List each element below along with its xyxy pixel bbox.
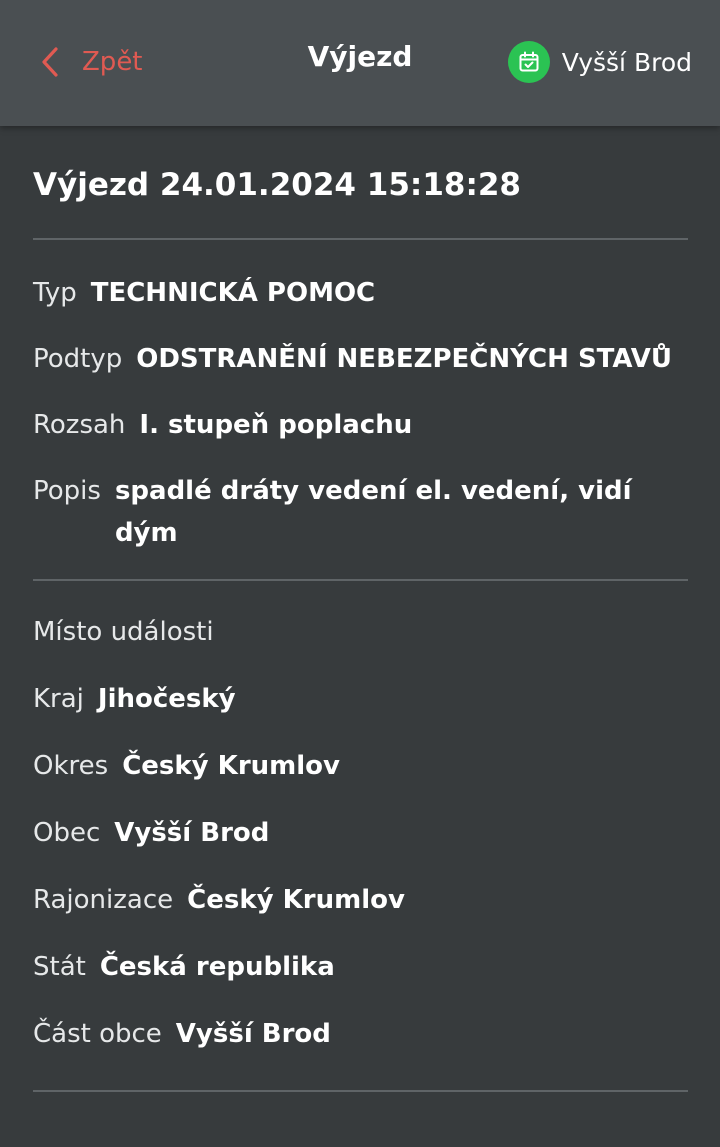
location-label: Stát	[33, 952, 86, 982]
detail-label: Rozsah	[33, 410, 126, 440]
incident-heading: Výjezd 24.01.2024 15:18:28	[33, 167, 521, 203]
divider	[33, 1090, 688, 1092]
detail-row-rozsah: Rozsah I. stupeň poplachu	[33, 404, 688, 446]
location-value: Český Krumlov	[187, 885, 405, 915]
location-row-kraj: Kraj Jihočeský	[33, 678, 688, 720]
detail-value: I. stupeň poplachu	[139, 410, 413, 440]
incident-detail: Výjezd 24.01.2024 15:18:28 Typ TECHNICKÁ…	[33, 126, 688, 1092]
detail-label: Podtyp	[33, 344, 123, 374]
location-value: Vyšší Brod	[114, 818, 270, 848]
location-row-obec: Obec Vyšší Brod	[33, 812, 688, 854]
location-label: Obec	[33, 818, 101, 848]
app-header: Zpět Výjezd Vyšší Brod	[0, 0, 720, 126]
calendar-check-icon	[507, 41, 550, 83]
location-row-stat: Stát Česká republika	[33, 946, 688, 988]
divider	[33, 579, 688, 581]
detail-row-typ: Typ TECHNICKÁ POMOC	[33, 272, 688, 314]
detail-label: Popis	[33, 476, 101, 506]
location-label: Rajonizace	[33, 885, 174, 915]
location-label: Část obce	[33, 1019, 162, 1049]
detail-label: Typ	[33, 278, 77, 308]
detail-value: spadlé dráty vedení el. vedení, vidí dým	[114, 476, 632, 548]
location-value: Vyšší Brod	[175, 1019, 331, 1049]
detail-row-podtyp: Podtyp ODSTRANĚNÍ NEBEZPEČNÝCH STAVŮ	[33, 338, 688, 380]
detail-value: ODSTRANĚNÍ NEBEZPEČNÝCH STAVŮ	[136, 344, 672, 374]
chevron-left-icon	[40, 46, 60, 78]
back-label: Zpět	[82, 47, 143, 77]
location-value: Český Krumlov	[122, 751, 340, 781]
location-label: Kraj	[33, 684, 84, 714]
unit-name: Vyšší Brod	[561, 47, 692, 77]
location-section-label: Místo události	[33, 617, 214, 647]
location-label: Okres	[33, 751, 109, 781]
unit-selector[interactable]: Vyšší Brod	[507, 40, 692, 84]
location-value: Česká republika	[99, 952, 335, 982]
detail-value: TECHNICKÁ POMOC	[90, 278, 376, 308]
back-button[interactable]: Zpět	[40, 40, 143, 84]
location-row-rajonizace: Rajonizace Český Krumlov	[33, 879, 688, 921]
location-row-okres: Okres Český Krumlov	[33, 745, 688, 787]
detail-row-popis: Popis spadlé dráty vedení el. vedení, vi…	[33, 470, 688, 554]
location-value: Jihočeský	[97, 684, 236, 714]
location-row-cast-obce: Část obce Vyšší Brod	[33, 1013, 688, 1055]
divider	[33, 238, 688, 240]
